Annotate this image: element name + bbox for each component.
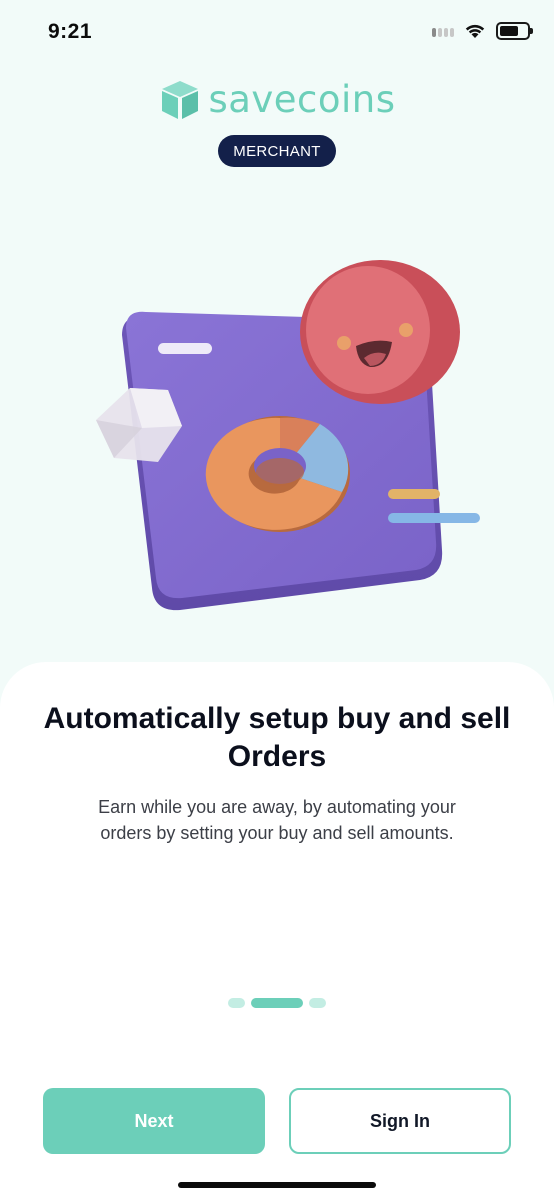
home-indicator[interactable] [178,1182,376,1188]
page-indicator [0,998,554,1008]
onboarding-illustration [96,260,480,611]
status-time: 9:21 [48,20,93,43]
onboarding-description: Earn while you are away, by automating y… [98,797,456,843]
wifi-icon [465,24,485,38]
next-button[interactable]: Next [43,1088,265,1154]
brand-name: savecoins [208,78,396,121]
status-icons [432,22,533,40]
sign-in-button[interactable]: Sign In [289,1088,511,1154]
brand-logo: savecoins [0,78,554,121]
signal-icon [432,25,454,37]
page-dot-1[interactable] [228,998,245,1008]
status-bar: 9:21 [0,0,554,64]
merchant-badge: MERCHANT [218,135,336,167]
onboarding-title: Automatically setup buy and sell Orders [43,702,511,773]
savecoins-logo-icon [162,80,199,119]
battery-icon [496,22,533,40]
page-dot-2-active[interactable] [251,998,303,1008]
page-dot-3[interactable] [309,998,326,1008]
